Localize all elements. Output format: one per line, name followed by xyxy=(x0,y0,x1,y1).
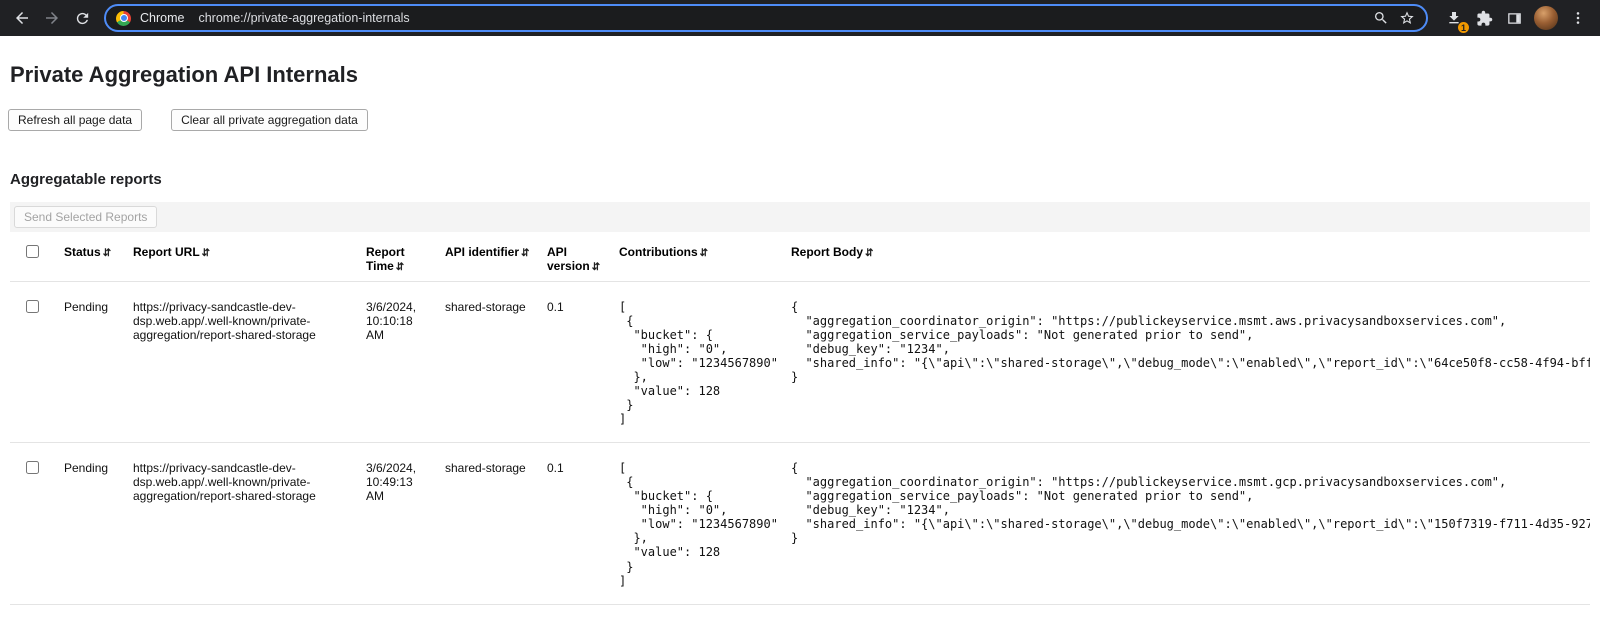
reports-table: Status⇵ Report URL⇵ Report Time⇵ API ide… xyxy=(10,232,1590,605)
extensions-puzzle-icon[interactable] xyxy=(1470,4,1498,32)
contributions-cell: [ { "bucket": { "high": "0", "low": "123… xyxy=(611,282,783,443)
report-url-cell: https://privacy-sandcastle-dev-dsp.web.a… xyxy=(125,443,358,604)
page-content: Private Aggregation API Internals Refres… xyxy=(0,62,1600,605)
page-title: Private Aggregation API Internals xyxy=(10,62,1590,88)
row-checkbox[interactable] xyxy=(26,300,39,313)
sort-icon: ⇵ xyxy=(521,248,529,259)
side-panel-icon[interactable] xyxy=(1500,4,1528,32)
api-identifier-cell: shared-storage xyxy=(437,282,539,443)
status-cell: Pending xyxy=(56,282,125,443)
contributions-json: [ { "bucket": { "high": "0", "low": "123… xyxy=(619,300,775,426)
row-checkbox[interactable] xyxy=(26,461,39,474)
browser-toolbar: Chrome chrome://private-aggregation-inte… xyxy=(0,0,1600,36)
scheme-chip: Chrome xyxy=(140,11,184,25)
column-header-contributions[interactable]: Contributions⇵ xyxy=(611,232,783,282)
report-time-cell: 3/6/2024, 10:10:18 AM xyxy=(358,282,437,443)
column-header-report-url[interactable]: Report URL⇵ xyxy=(125,232,358,282)
sort-icon: ⇵ xyxy=(396,262,404,273)
sort-icon: ⇵ xyxy=(865,248,873,259)
reload-icon[interactable] xyxy=(68,4,96,32)
table-header-row: Status⇵ Report URL⇵ Report Time⇵ API ide… xyxy=(10,232,1590,282)
search-icon[interactable] xyxy=(1368,5,1394,31)
report-body-json: { "aggregation_coordinator_origin": "htt… xyxy=(791,461,1582,545)
report-body-cell: { "aggregation_coordinator_origin": "htt… xyxy=(783,443,1590,604)
column-header-status[interactable]: Status⇵ xyxy=(56,232,125,282)
profile-avatar[interactable] xyxy=(1534,6,1558,30)
api-version-cell: 0.1 xyxy=(539,443,611,604)
back-icon[interactable] xyxy=(8,4,36,32)
column-header-report-time[interactable]: Report Time⇵ xyxy=(358,232,437,282)
contributions-cell: [ { "bucket": { "high": "0", "low": "123… xyxy=(611,443,783,604)
api-identifier-cell: shared-storage xyxy=(437,443,539,604)
sort-icon: ⇵ xyxy=(700,248,708,259)
column-header-api-identifier[interactable]: API identifier⇵ xyxy=(437,232,539,282)
reports-toolbar: Send Selected Reports xyxy=(10,202,1590,232)
chrome-logo-icon xyxy=(116,11,131,26)
send-selected-button[interactable]: Send Selected Reports xyxy=(14,206,157,228)
sort-icon: ⇵ xyxy=(103,248,111,259)
section-title: Aggregatable reports xyxy=(10,171,1590,188)
report-body-cell: { "aggregation_coordinator_origin": "htt… xyxy=(783,282,1590,443)
url-text[interactable]: chrome://private-aggregation-internals xyxy=(198,11,409,25)
report-row: Pending https://privacy-sandcastle-dev-d… xyxy=(10,443,1590,604)
download-badged-icon[interactable]: 1 xyxy=(1440,4,1468,32)
report-url-cell: https://privacy-sandcastle-dev-dsp.web.a… xyxy=(125,282,358,443)
menu-kebab-icon[interactable] xyxy=(1564,4,1592,32)
column-header-report-body[interactable]: Report Body⇵ xyxy=(783,232,1590,282)
status-cell: Pending xyxy=(56,443,125,604)
report-body-json: { "aggregation_coordinator_origin": "htt… xyxy=(791,300,1582,384)
address-bar[interactable]: Chrome chrome://private-aggregation-inte… xyxy=(104,4,1428,32)
clear-all-button[interactable]: Clear all private aggregation data xyxy=(171,109,368,131)
contributions-json: [ { "bucket": { "high": "0", "low": "123… xyxy=(619,461,775,587)
sort-icon: ⇵ xyxy=(202,248,210,259)
column-header-api-version[interactable]: API version⇵ xyxy=(539,232,611,282)
bookmark-star-icon[interactable] xyxy=(1394,5,1420,31)
api-version-cell: 0.1 xyxy=(539,282,611,443)
sort-icon: ⇵ xyxy=(592,262,600,273)
refresh-all-button[interactable]: Refresh all page data xyxy=(8,109,142,131)
badge-count: 1 xyxy=(1457,21,1470,34)
report-row: Pending https://privacy-sandcastle-dev-d… xyxy=(10,282,1590,443)
report-time-cell: 3/6/2024, 10:49:13 AM xyxy=(358,443,437,604)
select-all-checkbox[interactable] xyxy=(26,245,39,258)
forward-icon[interactable] xyxy=(38,4,66,32)
